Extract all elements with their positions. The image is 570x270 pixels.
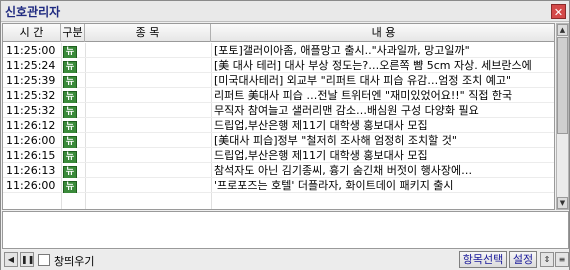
row-kind: 뉴 xyxy=(63,118,83,133)
row-item xyxy=(87,43,209,58)
row-time: 11:26:13 xyxy=(6,164,56,177)
row-content: [포토]갤러이아좀, 애플망고 출시.."사과일까, 망고일까" xyxy=(214,44,470,57)
column-header-content[interactable]: 내 용 xyxy=(211,24,554,42)
row-item xyxy=(87,163,209,178)
window-title: 신호관리자 xyxy=(5,5,61,19)
column-header-time[interactable]: 시 간 xyxy=(3,24,61,42)
row-content: [美대사 피습]정부 "철저히 조사해 엄정히 조치할 것" xyxy=(214,134,457,147)
row-kind: 뉴 xyxy=(63,178,83,193)
scroll-up-icon[interactable]: ▲ xyxy=(557,24,568,36)
title-bar[interactable]: 신호관리자 ✕ xyxy=(1,1,569,22)
scroll-thumb[interactable] xyxy=(557,37,568,134)
row-kind: 뉴 xyxy=(63,43,83,58)
row-item xyxy=(87,133,209,148)
settings-button[interactable]: 설정 xyxy=(509,251,537,268)
table-row[interactable]: 11:26:00 뉴 '프로포즈는 호텔' 더플라자, 화이트데이 패키지 출시 xyxy=(3,178,554,193)
row-item xyxy=(87,118,209,133)
popup-window-label: 창띄우기 xyxy=(54,255,95,268)
row-kind: 뉴 xyxy=(63,133,83,148)
row-item xyxy=(87,103,209,118)
prev-icon[interactable]: ◀ xyxy=(4,252,18,267)
table-row[interactable]: 11:25:32 뉴 리퍼트 美대사 피습 …전날 트위터엔 "재미있었어요!!… xyxy=(3,88,554,103)
row-content: 드립업,부산은행 제11기 대학생 홍보대사 모집 xyxy=(214,119,428,132)
menu-icon[interactable]: ≡ xyxy=(555,252,569,267)
row-time: 11:25:39 xyxy=(6,74,56,87)
row-item xyxy=(87,73,209,88)
news-grid: 시 간 구분 종 목 내 용 11:25:00 뉴 [포토]갤러이아좀, 애플망… xyxy=(2,23,555,210)
row-time: 11:25:32 xyxy=(6,89,56,102)
pause-icon[interactable]: ❚❚ xyxy=(20,252,34,267)
column-header-item[interactable]: 종 목 xyxy=(85,24,211,42)
news-badge-icon: 뉴 xyxy=(63,121,77,133)
row-item xyxy=(87,178,209,193)
row-kind: 뉴 xyxy=(63,163,83,178)
row-content: '프로포즈는 호텔' 더플라자, 화이트데이 패키지 출시 xyxy=(214,179,454,192)
news-badge-icon: 뉴 xyxy=(63,61,77,73)
row-time: 11:26:12 xyxy=(6,119,56,132)
row-kind: 뉴 xyxy=(63,58,83,73)
row-time: 11:26:00 xyxy=(6,134,56,147)
select-items-button[interactable]: 항목선택 xyxy=(459,251,507,268)
row-content: 무직자 참여늘고 샐러리맨 감소…배심원 구성 다양화 필요 xyxy=(214,104,479,117)
column-header-kind[interactable]: 구분 xyxy=(61,24,85,42)
news-badge-icon: 뉴 xyxy=(63,151,77,163)
news-badge-icon: 뉴 xyxy=(63,46,77,58)
row-item xyxy=(87,58,209,73)
row-kind: 뉴 xyxy=(63,103,83,118)
row-content: 드립업,부산은행 제11기 대학생 홍보대사 모집 xyxy=(214,149,428,162)
row-kind: 뉴 xyxy=(63,148,83,163)
row-content: [미국대사테러] 외교부 "리퍼트 대사 피습 유감…엄정 조치 예고" xyxy=(214,74,512,87)
row-kind: 뉴 xyxy=(63,88,83,103)
row-content: 참석자도 아닌 김기종씨, 흉기 숨긴채 버젓이 행사장에… xyxy=(214,164,473,177)
table-row[interactable]: 11:25:39 뉴 [미국대사테러] 외교부 "리퍼트 대사 피습 유감…엄정… xyxy=(3,73,554,88)
up-down-icon[interactable]: ⇕ xyxy=(540,252,554,267)
grid-rows: 11:25:00 뉴 [포토]갤러이아좀, 애플망고 출시.."사과일까, 망고… xyxy=(3,43,554,193)
row-time: 11:25:32 xyxy=(6,104,56,117)
close-icon[interactable]: ✕ xyxy=(551,4,566,19)
detail-preview-pane xyxy=(2,211,569,249)
table-row[interactable]: 11:25:00 뉴 [포토]갤러이아좀, 애플망고 출시.."사과일까, 망고… xyxy=(3,43,554,58)
signal-manager-window: 신호관리자 ✕ 시 간 구분 종 목 내 용 11:25:00 뉴 [포토]갤러… xyxy=(0,0,570,270)
vertical-scrollbar[interactable]: ▲ ▼ xyxy=(556,23,569,210)
table-row[interactable]: 11:26:15 뉴 드립업,부산은행 제11기 대학생 홍보대사 모집 xyxy=(3,148,554,163)
news-badge-icon: 뉴 xyxy=(63,166,77,178)
table-row[interactable]: 11:26:00 뉴 [美대사 피습]정부 "철저히 조사해 엄정히 조치할 것… xyxy=(3,133,554,148)
table-row[interactable]: 11:26:13 뉴 참석자도 아닌 김기종씨, 흉기 숨긴채 버젓이 행사장에… xyxy=(3,163,554,178)
row-item xyxy=(87,148,209,163)
row-kind: 뉴 xyxy=(63,73,83,88)
grid-header: 시 간 구분 종 목 내 용 xyxy=(3,24,554,42)
row-time: 11:25:00 xyxy=(6,44,56,57)
table-row[interactable]: 11:26:12 뉴 드립업,부산은행 제11기 대학생 홍보대사 모집 xyxy=(3,118,554,133)
news-badge-icon: 뉴 xyxy=(63,106,77,118)
news-badge-icon: 뉴 xyxy=(63,76,77,88)
news-badge-icon: 뉴 xyxy=(63,91,77,103)
bottom-toolbar: ◀ ❚❚ 창띄우기 항목선택 설정 ⇕ ≡ xyxy=(1,250,569,270)
row-content: [美 대사 테러] 대사 부상 정도는?…오른쪽 뺨 5cm 자상. 세브란스에 xyxy=(214,59,532,72)
popup-window-checkbox[interactable] xyxy=(38,254,50,266)
scroll-down-icon[interactable]: ▼ xyxy=(557,197,568,209)
row-time: 11:26:00 xyxy=(6,179,56,192)
table-row[interactable]: 11:25:24 뉴 [美 대사 테러] 대사 부상 정도는?…오른쪽 뺨 5c… xyxy=(3,58,554,73)
row-item xyxy=(87,88,209,103)
row-time: 11:26:15 xyxy=(6,149,56,162)
table-row[interactable]: 11:25:32 뉴 무직자 참여늘고 샐러리맨 감소…배심원 구성 다양화 필… xyxy=(3,103,554,118)
news-badge-icon: 뉴 xyxy=(63,181,77,193)
news-badge-icon: 뉴 xyxy=(63,136,77,148)
row-time: 11:25:24 xyxy=(6,59,56,72)
row-content: 리퍼트 美대사 피습 …전날 트위터엔 "재미있었어요!!" 직접 한국 xyxy=(214,89,513,102)
